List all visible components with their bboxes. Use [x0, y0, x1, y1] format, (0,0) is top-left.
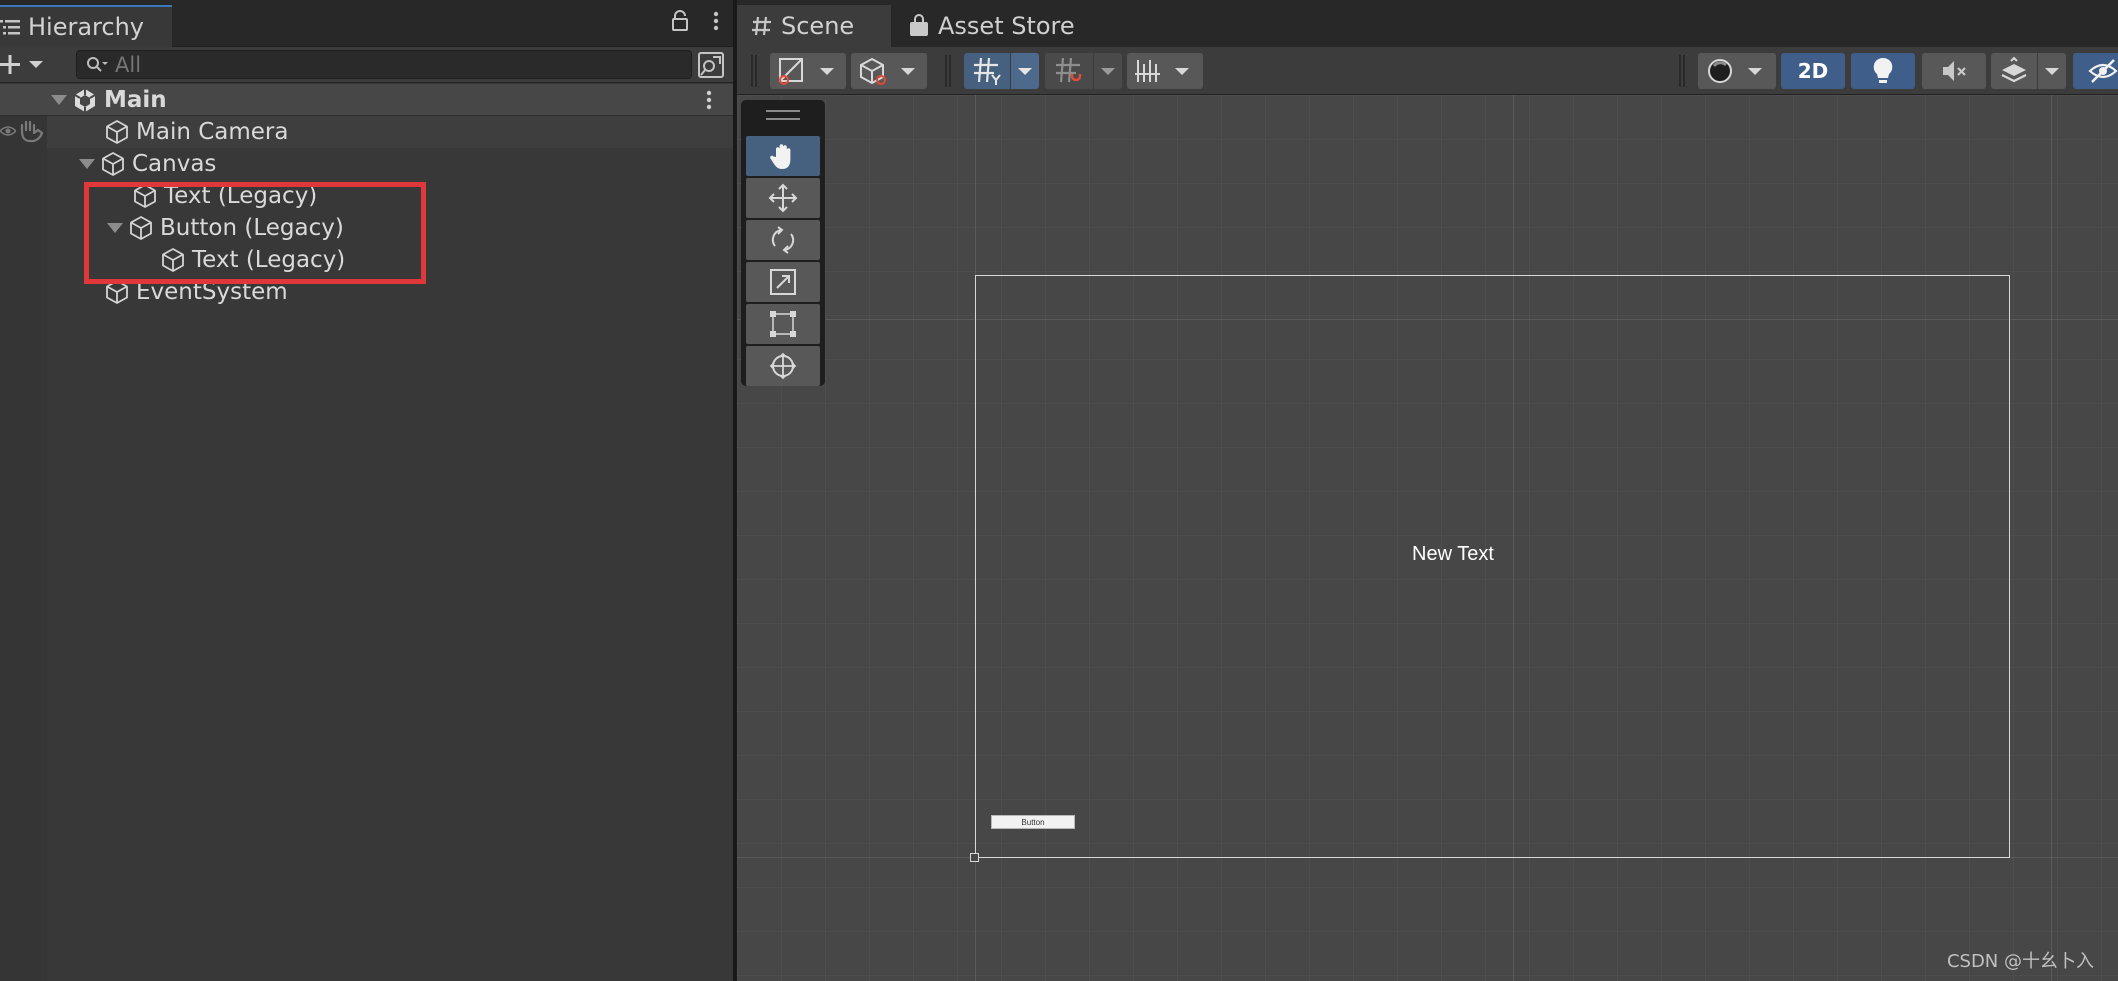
grid-options-dropdown[interactable] [1011, 53, 1039, 89]
hierarchy-panel: Hierarchy All Main Main Camera Canvas Te… [0, 0, 733, 981]
toolbar-grip[interactable] [1679, 55, 1685, 87]
hierarchy-tab-tools [671, 10, 719, 32]
grid-snapping-toggle[interactable] [1045, 53, 1093, 89]
gameobject-cube-icon [102, 152, 124, 176]
hidden-eye-icon [2088, 59, 2118, 83]
scene-audio-toggle[interactable] [1922, 53, 1986, 89]
visibility-eye-icon[interactable] [0, 123, 16, 139]
scene-kebab-menu-icon[interactable] [706, 89, 712, 111]
mode-2d-label: 2D [1797, 59, 1829, 83]
scene-lighting-toggle[interactable] [1851, 53, 1915, 89]
scene-item-main[interactable]: Main [50, 84, 167, 116]
canvas-corner-handle[interactable] [970, 853, 979, 862]
view-tool-button[interactable] [746, 136, 820, 176]
plus-dropdown-icon [0, 55, 43, 74]
red-highlight-annotation [84, 182, 426, 284]
foldout-expanded-icon[interactable] [50, 91, 68, 109]
effects-options-dropdown[interactable] [2038, 53, 2066, 89]
scene-tab-bar: Scene Asset Store [737, 0, 2118, 47]
scene-tab-label: Scene [781, 12, 855, 40]
hand-icon [770, 144, 791, 169]
ruler-snap-icon [1135, 60, 1189, 82]
move-arrows-icon [768, 183, 798, 213]
lock-icon[interactable] [671, 10, 689, 32]
hash-grid-icon [752, 16, 771, 36]
transform-combined-icon [769, 352, 797, 380]
grid-snap-icon [1056, 57, 1082, 83]
item-label: Main Camera [136, 119, 289, 145]
rect-tool-button[interactable] [746, 304, 820, 344]
pickability-hand-icon[interactable] [18, 119, 44, 143]
scene-toolbar: 2D [737, 47, 2118, 95]
rotate-icon [771, 226, 795, 254]
cube-shading-icon [860, 57, 915, 85]
chevron-down-icon [2045, 68, 2059, 75]
toolbar-grip[interactable] [945, 55, 951, 87]
shopping-bag-icon [910, 14, 928, 36]
hierarchy-tab-bar: Hierarchy [0, 0, 733, 47]
tab-scene[interactable]: Scene [737, 5, 891, 47]
toggle-2d-button[interactable]: 2D [1781, 53, 1845, 89]
unity-scene-icon [74, 89, 96, 112]
item-label: Canvas [132, 151, 217, 177]
scale-icon [770, 269, 796, 295]
scene-visibility-toggle[interactable] [2073, 53, 2118, 89]
visibility-gutter [0, 116, 47, 981]
increment-snap-dropdown[interactable] [1127, 53, 1203, 89]
sphere-icon [1708, 59, 1762, 83]
ui-button-label: Button [1021, 817, 1045, 827]
canvas-bounds-rect[interactable] [975, 275, 2010, 858]
hierarchy-item-canvas[interactable]: Canvas [78, 148, 216, 180]
rect-transform-icon [770, 311, 796, 337]
draw-mode-dropdown[interactable] [770, 53, 846, 89]
asset-store-tab-label: Asset Store [938, 12, 1075, 40]
grid-major-line [2051, 95, 2052, 981]
gizmo-sphere-dropdown[interactable] [1698, 53, 1776, 89]
transform-tool-button[interactable] [746, 346, 820, 386]
ui-button-legacy[interactable]: Button [991, 815, 1075, 829]
scale-tool-button[interactable] [746, 262, 820, 302]
audio-muted-icon [1943, 61, 1966, 81]
layers-effects-icon [2001, 56, 2027, 83]
tab-asset-store[interactable]: Asset Store [894, 5, 1094, 47]
hierarchy-toolbar [0, 47, 733, 83]
move-tool-button[interactable] [746, 178, 820, 218]
scene-panel: Scene Asset Store 2D New Text Button [737, 0, 2118, 981]
kebab-menu-icon[interactable] [713, 10, 719, 32]
create-dropdown-button[interactable] [0, 51, 46, 79]
scene-effects-toggle[interactable] [1991, 53, 2037, 89]
draw-mode-icon [779, 58, 834, 85]
light-bulb-icon [1873, 57, 1893, 83]
ui-text-new-text[interactable]: New Text [1412, 543, 1494, 566]
chevron-down-icon [1101, 68, 1115, 75]
search-input[interactable] [115, 52, 635, 77]
list-icon [0, 20, 20, 35]
hierarchy-search-box[interactable] [76, 50, 692, 79]
snap-options-dropdown[interactable] [1094, 53, 1122, 89]
hierarchy-item-main-camera[interactable]: Main Camera [104, 116, 288, 148]
hierarchy-tab-label: Hierarchy [28, 13, 145, 41]
scene-name: Main [104, 87, 167, 113]
grid-y-icon [974, 57, 1001, 85]
csdn-watermark: CSDN @十幺卜入 [1946, 951, 2094, 972]
gameobject-cube-icon [106, 120, 128, 144]
toolbar-grip[interactable] [751, 55, 757, 87]
scene-viewport[interactable]: New Text Button [737, 95, 2118, 981]
rotate-tool-button[interactable] [746, 220, 820, 260]
shading-mode-dropdown[interactable] [851, 53, 927, 89]
tools-overlay [741, 100, 825, 386]
tab-hierarchy[interactable]: Hierarchy [0, 5, 172, 47]
search-icon [87, 56, 108, 72]
grid-visibility-toggle[interactable] [964, 53, 1010, 89]
foldout-expanded-icon[interactable] [78, 155, 96, 173]
overlay-drag-handle[interactable] [766, 110, 800, 120]
chevron-down-icon [1018, 68, 1032, 75]
search-in-scene-icon[interactable] [697, 51, 725, 79]
